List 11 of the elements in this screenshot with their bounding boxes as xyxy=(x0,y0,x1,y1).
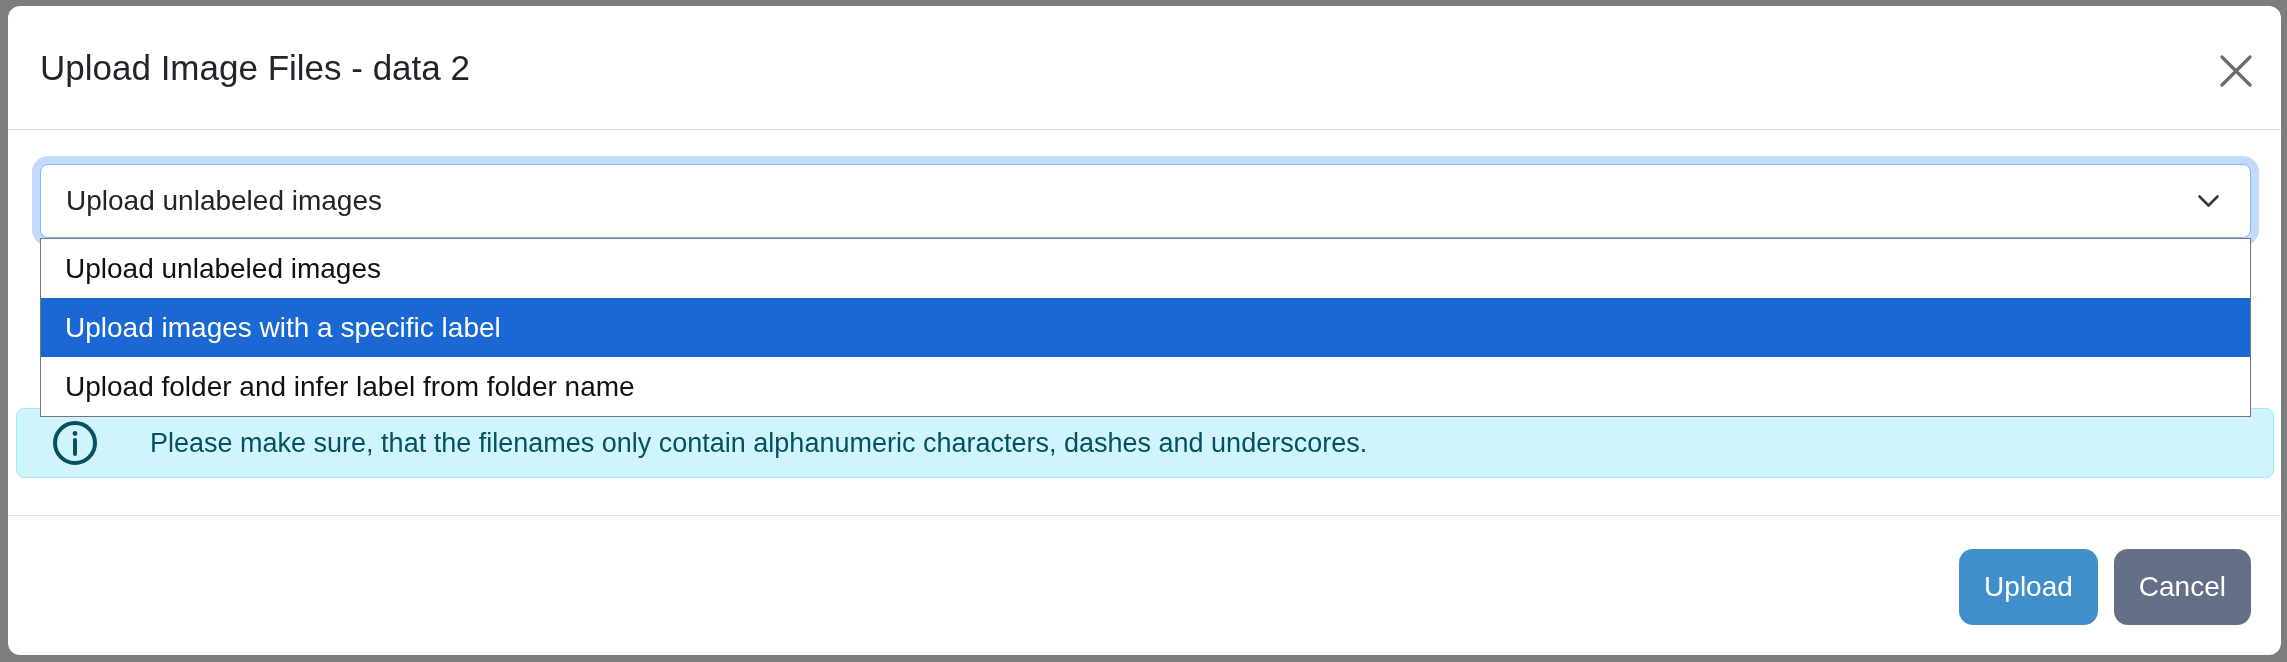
upload-button[interactable]: Upload xyxy=(1959,549,2098,625)
alert-text: Please make sure, that the filenames only contain alphanumeric characters, dashes and underscores. xyxy=(150,427,1368,459)
close-button[interactable] xyxy=(2220,54,2252,87)
chevron-down-icon xyxy=(2198,195,2219,207)
dropdown-option[interactable]: Upload folder and infer label from folder name xyxy=(41,357,2250,416)
info-icon xyxy=(53,421,97,465)
dropdown-option[interactable]: Upload images with a specific label xyxy=(41,298,2250,357)
dialog-title: Upload Image Files - data 2 xyxy=(40,47,470,88)
cancel-button[interactable]: Cancel xyxy=(2113,549,2251,625)
dropdown-option[interactable]: Upload unlabeled images xyxy=(41,239,2250,298)
close-icon xyxy=(2220,54,2252,87)
